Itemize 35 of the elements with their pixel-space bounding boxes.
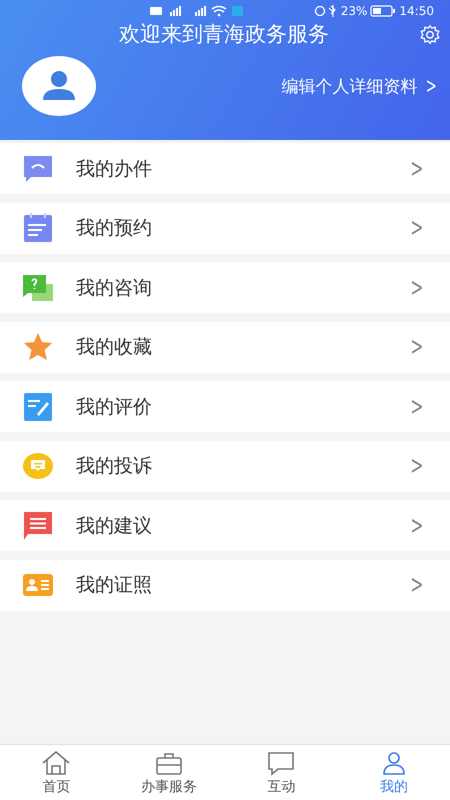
message-bubble-icon	[22, 450, 54, 482]
chevron-icon: >	[410, 570, 424, 600]
list-bubble-icon	[22, 510, 54, 542]
battery-percent: 23%	[340, 4, 368, 18]
page-title: 欢迎来到青海政务服务	[119, 21, 329, 48]
tab[interactable]: 我的	[338, 745, 450, 800]
chevron-icon: >	[410, 154, 424, 184]
avatar-icon[interactable]	[22, 56, 96, 116]
battery-icon	[370, 5, 396, 17]
menu-item[interactable]: 我的投诉 >	[0, 440, 450, 492]
home-icon	[41, 750, 72, 776]
menu-item[interactable]: 我的评价 >	[0, 381, 450, 432]
tab[interactable]: 互动	[225, 745, 338, 800]
star-icon	[22, 331, 54, 363]
edit-profile-link[interactable]: 编辑个人详细资料 >	[282, 74, 440, 98]
pen-note-icon	[22, 390, 54, 422]
chevron-icon: >	[410, 510, 424, 540]
tab[interactable]: 办事服务	[112, 745, 225, 800]
chevron-icon: >	[410, 451, 424, 481]
menu-item[interactable]: 我的证照 >	[0, 560, 450, 610]
menu-item[interactable]: 我的办件 >	[0, 143, 450, 194]
chevron-icon: >	[410, 392, 424, 422]
chevron-icon: >	[410, 213, 424, 243]
chevron-icon: >	[410, 272, 424, 302]
chat-bubble-icon	[266, 750, 296, 776]
menu-item[interactable]: 我的咨询 >	[0, 262, 450, 313]
signal-icon	[150, 5, 245, 17]
menu-item[interactable]: 我的建议 >	[0, 500, 450, 551]
tab[interactable]: 首页	[0, 745, 112, 800]
menu-item[interactable]: 我的预约 >	[0, 202, 450, 254]
clock-time: 14:50	[399, 4, 434, 18]
notepad-icon	[22, 212, 54, 244]
chevron-icon: >	[410, 332, 424, 362]
menu-item[interactable]: 我的收藏 >	[0, 322, 450, 372]
settings-icon[interactable]	[419, 24, 441, 46]
